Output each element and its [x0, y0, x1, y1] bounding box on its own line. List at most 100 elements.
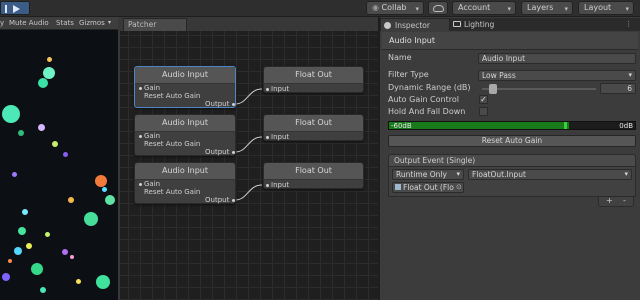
particle	[2, 105, 20, 123]
particle	[31, 263, 43, 275]
filter-type-value: Low Pass	[482, 71, 516, 80]
audio-input-node[interactable]: Audio Input Gain Reset Auto Gain Output	[134, 162, 236, 204]
hold-fall-label: Hold And Fall Down	[388, 107, 466, 116]
node-title: Float Out	[264, 67, 363, 84]
float-out-node[interactable]: Float Out Input	[263, 162, 364, 189]
input-port[interactable]	[139, 87, 142, 90]
step-bar-icon	[5, 5, 7, 13]
particle	[45, 232, 50, 237]
event-function-dropdown[interactable]: FloatOut.Input ▾	[468, 169, 632, 180]
runtime-mode-dropdown[interactable]: Runtime Only ▾	[392, 169, 464, 180]
input-port[interactable]	[139, 183, 142, 186]
particle	[40, 287, 46, 293]
tab-inspector[interactable]: Inspector	[380, 18, 450, 31]
port-label: Output	[205, 196, 230, 204]
cloud-button[interactable]	[428, 1, 448, 15]
input-port[interactable]	[139, 135, 142, 138]
particle	[18, 130, 24, 136]
mute-audio-toggle[interactable]: Mute Audio	[9, 17, 49, 29]
dynamic-range-slider[interactable]	[482, 88, 596, 90]
meter-min-label: -60dB	[391, 122, 412, 130]
event-function-value: FloatOut.Input	[472, 170, 526, 179]
account-dropdown[interactable]: Account ▾	[452, 1, 516, 15]
runtime-mode-value: Runtime Only	[396, 170, 447, 179]
port-label: Output	[205, 148, 230, 156]
particle	[43, 67, 55, 79]
remove-event-button[interactable]: -	[623, 197, 626, 205]
chevron-down-icon: ▾	[624, 170, 628, 178]
tab-lighting[interactable]: Lighting	[450, 18, 510, 31]
dynamic-range-field[interactable]: 6	[600, 83, 636, 94]
name-field[interactable]: Audio Input	[478, 53, 636, 64]
event-list-footer: + -	[598, 197, 634, 207]
particle	[12, 172, 17, 177]
output-port[interactable]	[232, 103, 235, 106]
node-title: Audio Input	[135, 67, 235, 84]
slider-thumb[interactable]	[489, 84, 497, 94]
input-port[interactable]	[266, 136, 269, 139]
particle	[52, 141, 58, 147]
particle	[22, 209, 28, 215]
filter-type-dropdown[interactable]: Low Pass ▾	[478, 70, 636, 81]
filter-type-label: Filter Type	[388, 70, 429, 79]
game-toolbar-item-scale[interactable]: y	[0, 17, 4, 29]
add-event-button[interactable]: +	[606, 197, 613, 205]
input-port[interactable]	[266, 184, 269, 187]
meter-max-label: 0dB	[619, 122, 633, 130]
port-label: Input	[271, 181, 290, 189]
name-label: Name	[388, 53, 412, 62]
dynamic-range-label: Dynamic Range (dB)	[388, 83, 471, 92]
chevron-down-icon: ▾	[628, 71, 632, 79]
game-view[interactable]	[0, 17, 118, 300]
particle	[95, 175, 107, 187]
particle	[84, 212, 98, 226]
object-picker-icon[interactable]: ⊙	[456, 182, 464, 193]
auto-gain-label: Auto Gain Control	[388, 95, 459, 104]
particle	[14, 247, 22, 255]
chevron-down-icon: ▾	[456, 170, 460, 178]
audio-input-node[interactable]: Audio Input Gain Reset Auto Gain Output	[134, 114, 236, 156]
collab-button[interactable]: ◉ Collab ▾	[366, 1, 424, 15]
float-out-node[interactable]: Float Out Input	[263, 66, 364, 93]
particle	[63, 152, 68, 157]
game-view-toolbar: y Mute Audio Stats Gizmos ▾	[0, 17, 118, 30]
event-object-field[interactable]: Float Out (Flo	[392, 182, 464, 193]
inspector-header: Audio Input	[382, 32, 638, 50]
hold-fall-checkbox[interactable]	[479, 107, 488, 116]
particle	[2, 273, 10, 281]
chevron-down-icon: ▾	[415, 5, 419, 13]
cloud-icon	[433, 5, 444, 12]
particle	[102, 187, 107, 192]
play-button[interactable]	[0, 1, 30, 15]
port-label: Gain	[144, 180, 161, 188]
layers-dropdown[interactable]: Layers ▾	[521, 1, 573, 15]
particle	[76, 279, 81, 284]
output-port[interactable]	[232, 151, 235, 154]
particle	[62, 249, 68, 255]
output-event-header: Output Event (Single)	[388, 154, 636, 167]
tab-patcher[interactable]: Patcher	[123, 18, 187, 31]
port-label: Input	[271, 85, 290, 93]
particle	[38, 78, 48, 88]
audio-input-node[interactable]: Audio Input Gain Reset Auto Gain Output	[134, 66, 236, 108]
layout-dropdown[interactable]: Layout ▾	[578, 1, 634, 15]
lighting-icon	[453, 21, 461, 27]
gizmos-dropdown[interactable]: Gizmos	[79, 17, 105, 29]
meter-peak	[564, 122, 567, 129]
wire-3	[234, 184, 263, 201]
layout-label: Layout	[584, 3, 612, 12]
inspector-tabs: Inspector Lighting	[380, 18, 640, 31]
particle	[47, 57, 52, 62]
panel-menu-icon[interactable]: ⋮	[625, 20, 632, 28]
particle	[8, 259, 12, 263]
patcher-canvas[interactable]: Audio Input Gain Reset Auto Gain Output …	[120, 31, 378, 300]
stats-toggle[interactable]: Stats	[56, 17, 74, 29]
node-title: Audio Input	[135, 163, 235, 180]
info-icon	[384, 22, 391, 29]
reset-auto-gain-button[interactable]: Reset Auto Gain	[388, 135, 636, 147]
auto-gain-checkbox[interactable]: ✓	[479, 95, 488, 104]
float-out-node[interactable]: Float Out Input	[263, 114, 364, 141]
output-port[interactable]	[232, 199, 235, 202]
layers-label: Layers	[527, 3, 554, 12]
input-port[interactable]	[266, 88, 269, 91]
